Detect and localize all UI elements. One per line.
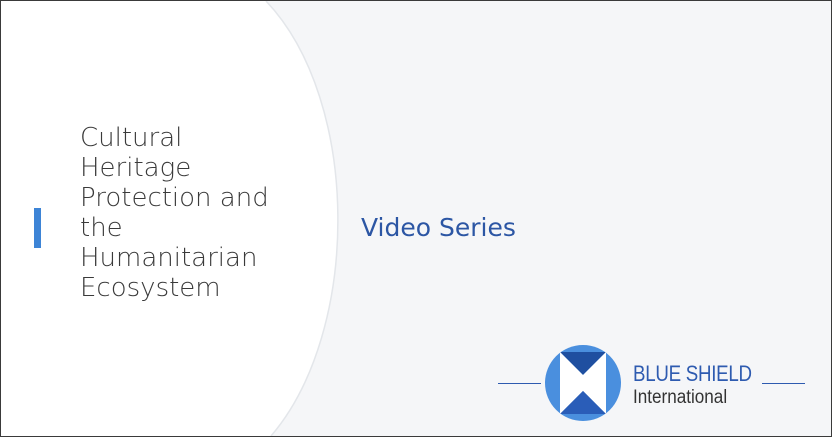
logo-line-right bbox=[762, 383, 805, 384]
title-line: Humanitarian bbox=[80, 243, 258, 273]
title-line: Heritage bbox=[80, 153, 192, 183]
title-line: the bbox=[80, 213, 123, 243]
slide-title: Cultural Heritage Protection and the Hum… bbox=[80, 123, 320, 303]
slide-subtitle: Video Series bbox=[361, 213, 516, 242]
blue-shield-emblem-icon bbox=[545, 345, 621, 421]
accent-bar bbox=[34, 208, 41, 248]
title-line: Cultural bbox=[80, 123, 183, 153]
blue-shield-logo: BLUE SHIELD International bbox=[498, 343, 808, 423]
title-line: Protection and bbox=[80, 183, 269, 213]
logo-subtitle: International bbox=[633, 387, 728, 408]
logo-line-left bbox=[498, 383, 541, 384]
title-line: Ecosystem bbox=[80, 273, 221, 303]
logo-name: BLUE SHIELD bbox=[633, 361, 752, 386]
slide: Cultural Heritage Protection and the Hum… bbox=[0, 0, 832, 437]
